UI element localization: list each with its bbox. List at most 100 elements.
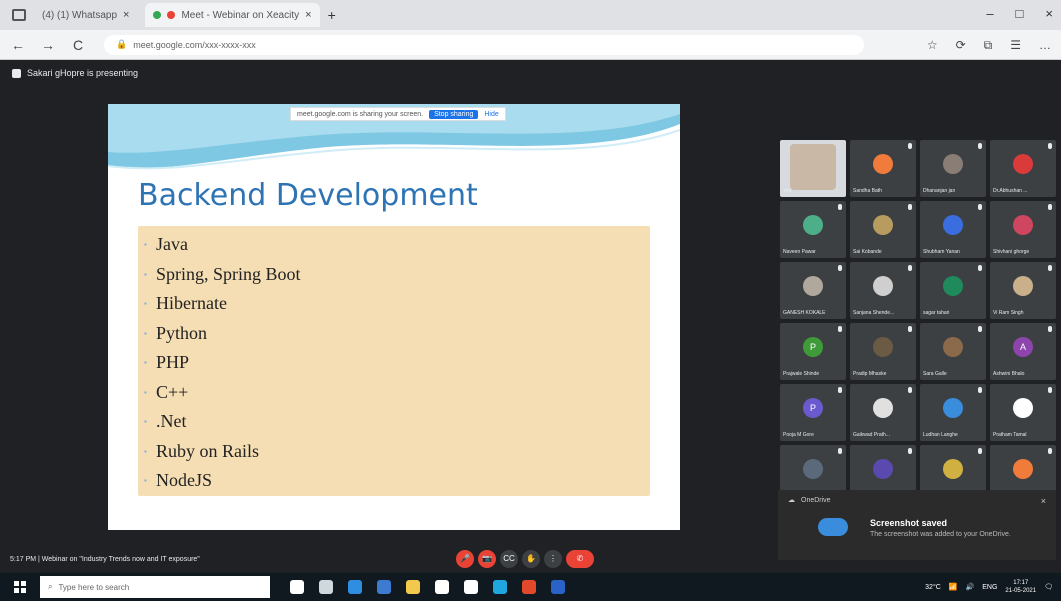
lock-icon: 🔒 <box>116 39 128 49</box>
forward-button[interactable]: → <box>36 37 60 53</box>
bullet-text: Spring, Spring Boot <box>156 263 301 284</box>
leave-call-button[interactable]: ✆ <box>566 550 594 568</box>
participant-tile[interactable]: Vi Ram Singh <box>990 262 1056 319</box>
list-item: ▪ PHP <box>138 348 650 378</box>
participant-tile[interactable]: Shubham Yanan <box>920 201 986 258</box>
file-explorer-icon[interactable] <box>406 580 420 594</box>
dropbox-icon[interactable] <box>377 580 391 594</box>
windows-start-button[interactable] <box>14 581 26 593</box>
tab-title: Meet - Webinar on Xeacity <box>181 9 300 21</box>
cortana-icon[interactable] <box>290 580 304 594</box>
store-icon[interactable] <box>348 580 362 594</box>
participant-tile[interactable]: Ludhan Langhe <box>920 384 986 441</box>
tab-whatsapp[interactable]: (4) (1) Whatsapp × <box>34 3 137 27</box>
weather-text: 32°C <box>925 583 941 591</box>
camera-button[interactable]: 📷 <box>478 550 496 568</box>
list-item: ▪ .Net <box>138 407 650 437</box>
mic-off-icon <box>838 326 842 332</box>
participant-tile[interactable]: Gaikwad Prath... <box>850 384 916 441</box>
notification-title: Screenshot saved <box>870 518 948 528</box>
participant-tile[interactable]: sagar tahari <box>920 262 986 319</box>
menu-icon[interactable]: ☰ <box>1010 38 1021 53</box>
presenting-indicator: Sakari gHopre is presenting <box>12 68 138 78</box>
bullet-text: NodeJS <box>156 470 213 491</box>
notification-header: ☁ OneDrive <box>788 496 831 505</box>
bullet-text: Python <box>156 322 208 343</box>
bullet-icon: ▪ <box>144 269 147 279</box>
participant-tile[interactable]: Pradip Mhaske <box>850 323 916 380</box>
notification-center-icon[interactable]: 🗨 <box>1044 583 1053 591</box>
chrome-icon[interactable] <box>435 580 449 594</box>
office-icon[interactable] <box>522 580 536 594</box>
participant-name: Pratham Tamal <box>993 432 1027 438</box>
participant-tile[interactable]: Pratham Tamal <box>990 384 1056 441</box>
captions-button[interactable]: CC <box>500 550 518 568</box>
participant-tile[interactable]: Dhananjan jan <box>920 140 986 197</box>
mic-off-icon <box>908 326 912 332</box>
participant-tile[interactable]: Sanjana Shende... <box>850 262 916 319</box>
avatar <box>803 276 823 296</box>
favorite-icon[interactable]: ☆ <box>927 38 938 53</box>
taskbar-apps <box>290 580 565 594</box>
presentation-icon <box>12 68 21 78</box>
participant-tile[interactable]: P Pooja M Gore <box>780 384 846 441</box>
maximize-button[interactable]: □ <box>1016 6 1024 21</box>
participant-name: Shubham Yanan <box>923 249 960 255</box>
network-icon[interactable]: 📶 <box>949 583 958 591</box>
participant-name: Shivhani ghorge <box>993 249 1030 255</box>
clock[interactable]: 17:17 21-05-2021 <box>1005 579 1036 595</box>
participant-tile[interactable]: GANESH KOKALE <box>780 262 846 319</box>
edge-icon[interactable] <box>493 580 507 594</box>
stop-sharing-button[interactable]: Stop sharing <box>429 109 479 119</box>
window-icon[interactable] <box>12 9 26 21</box>
raise-hand-button[interactable]: ✋ <box>522 550 540 568</box>
search-icon: ⌕ <box>48 582 53 591</box>
new-tab-button[interactable]: + <box>328 7 336 23</box>
browser-toolbar: ☆ ⟳ ⧉ ☰ … <box>927 38 1051 53</box>
task-view-icon[interactable] <box>319 580 333 594</box>
mic-off-icon <box>978 143 982 149</box>
avatar: P <box>803 337 823 357</box>
participant-name: sagar tahari <box>923 310 950 316</box>
participant-tile[interactable]: Sandha Bath <box>850 140 916 197</box>
language-indicator[interactable]: ENG <box>982 584 997 591</box>
hide-banner-button[interactable]: Hide <box>484 111 498 118</box>
collections-icon[interactable]: ⧉ <box>984 38 993 53</box>
participant-name: Dhananjan jan <box>923 188 956 194</box>
participant-tile[interactable]: Sara Galle <box>920 323 986 380</box>
participant-name: Sara Galle <box>923 371 947 377</box>
taskbar-search-box[interactable]: ⌕ Type here to search <box>40 576 270 598</box>
participant-tile[interactable]: Dr.Abhushan ... <box>990 140 1056 197</box>
volume-icon[interactable]: 🔊 <box>966 583 975 591</box>
close-tab-icon[interactable]: × <box>305 9 311 21</box>
participant-tile[interactable]: You <box>780 140 846 197</box>
windows-taskbar: ⌕ Type here to search 32°C 📶 🔊 ENG 17:17… <box>0 573 1061 601</box>
more-options-button[interactable]: ⋮ <box>544 550 562 568</box>
url-field[interactable]: 🔒 meet.google.com/xxx-xxxx-xxx <box>104 34 864 55</box>
mic-off-icon <box>838 265 842 271</box>
participant-tile[interactable]: Naveen Pawar <box>780 201 846 258</box>
word-icon[interactable] <box>551 580 565 594</box>
close-tab-icon[interactable]: × <box>123 9 129 21</box>
mic-off-icon <box>1048 265 1052 271</box>
minimize-button[interactable]: – <box>986 6 993 21</box>
participant-tile[interactable]: P Prajwale Shinde <box>780 323 846 380</box>
avatar <box>1013 459 1033 479</box>
shopping-bag-icon[interactable] <box>464 580 478 594</box>
tab-meet[interactable]: Meet - Webinar on Xeacity × <box>145 3 320 27</box>
avatar <box>1013 276 1033 296</box>
close-window-button[interactable]: × <box>1045 6 1053 21</box>
bullet-icon: ▪ <box>144 446 147 456</box>
close-notification-button[interactable]: × <box>1041 496 1046 506</box>
back-button[interactable]: ← <box>6 37 30 53</box>
microphone-button[interactable]: 🎤 <box>456 550 474 568</box>
participant-tile[interactable]: Sai Kobande <box>850 201 916 258</box>
participant-tile[interactable]: Shivhani ghorge <box>990 201 1056 258</box>
tab-title: (4) (1) Whatsapp <box>42 9 118 21</box>
mic-off-icon <box>978 326 982 332</box>
mic-off-icon <box>838 448 842 454</box>
refresh-icon[interactable]: ⟳ <box>956 38 966 53</box>
participant-tile[interactable]: A Ashwini Bhalo <box>990 323 1056 380</box>
more-icon[interactable]: … <box>1039 38 1051 53</box>
reload-button[interactable]: C <box>66 37 90 53</box>
